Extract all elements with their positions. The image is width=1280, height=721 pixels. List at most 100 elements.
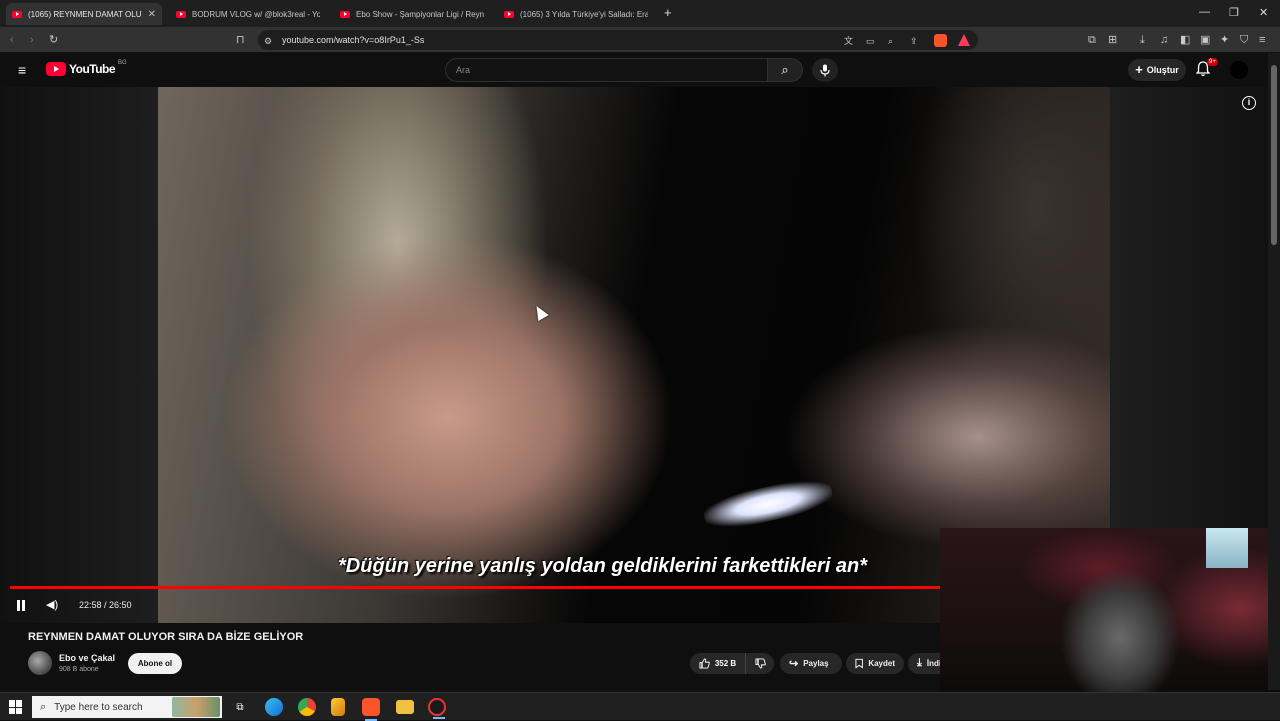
downloads-icon[interactable]: ⤓ xyxy=(1140,33,1145,47)
create-button[interactable]: + Oluştur xyxy=(1128,59,1186,81)
forward-icon[interactable]: › xyxy=(30,33,34,47)
wallet-icon[interactable]: ▣ xyxy=(1200,33,1210,47)
file-explorer-icon[interactable] xyxy=(396,700,414,714)
voice-search-button[interactable] xyxy=(812,58,838,82)
youtube-logo-text: YouTube xyxy=(69,62,116,76)
video-caption: *Düğün yerine yanlış yoldan geldiklerini… xyxy=(338,555,868,577)
brave-shields-icon[interactable] xyxy=(934,34,947,47)
account-avatar[interactable] xyxy=(1230,61,1248,79)
share-button[interactable]: ↪ Paylaş xyxy=(780,653,842,674)
search-highlight-image xyxy=(172,697,220,717)
save-button[interactable]: Kaydet xyxy=(846,653,904,674)
notification-badge: 9+ xyxy=(1207,58,1218,66)
browser-toolbar: ‹ › ↻ ⊓ ⚙ youtube.com/watch?v=o8IrPu1_-S… xyxy=(0,27,1280,53)
extensions-icon[interactable]: ⧉ xyxy=(1088,33,1096,47)
new-tab-button[interactable]: + xyxy=(664,5,672,20)
like-icon xyxy=(699,658,710,669)
tab-close-icon[interactable]: ✕ xyxy=(142,9,156,20)
pause-icon[interactable] xyxy=(16,600,26,611)
browser-tab[interactable]: (1065) 3 Yılda Türkiye'yi Salladı: Era7 xyxy=(498,3,654,25)
scrollbar-thumb[interactable] xyxy=(1271,65,1277,245)
site-info-icon[interactable]: ⚙ xyxy=(264,34,272,48)
brave-rewards-icon[interactable] xyxy=(958,34,970,46)
youtube-favicon-icon xyxy=(176,10,186,18)
zoom-icon[interactable]: ⌕ xyxy=(888,34,893,48)
search-icon: ⌕ xyxy=(40,700,47,713)
search-icon: ⌕ xyxy=(781,62,789,77)
search-box[interactable] xyxy=(445,58,767,82)
download-icon: ⤓ xyxy=(917,657,922,669)
share-page-icon[interactable]: ⇪ xyxy=(910,34,918,48)
youtube-favicon-icon xyxy=(12,10,22,18)
minimize-icon[interactable]: — xyxy=(1199,6,1210,18)
youtube-logo[interactable]: YouTube BG xyxy=(46,60,127,76)
search-input[interactable] xyxy=(446,59,767,81)
youtube-header: ≡ YouTube BG ⌕ + Oluştur 9+ xyxy=(0,53,1268,87)
video-phone-glow xyxy=(700,473,836,535)
time-display: 22:58 / 26:50 xyxy=(79,600,132,610)
video-ambient-left xyxy=(0,87,158,623)
plus-icon: + xyxy=(1135,62,1143,77)
info-icon[interactable]: i xyxy=(1242,96,1256,110)
download-button[interactable]: ⤓ İndir xyxy=(908,653,940,674)
tab-title: BODRUM VLOG w/ @blok3real - YouTube xyxy=(192,9,320,19)
region-code: BG xyxy=(118,60,127,66)
volume-icon[interactable]: ◀) xyxy=(46,598,58,611)
browser-tab[interactable]: BODRUM VLOG w/ @blok3real - YouTube xyxy=(170,3,326,25)
browser-tab-active[interactable]: (1065) REYNMEN DAMAT OLUYOR ✕ xyxy=(6,3,162,25)
webcam-overlay xyxy=(940,528,1280,692)
windows-taskbar: ⌕ ⧉ xyxy=(0,692,1280,721)
share-label: Paylaş xyxy=(803,659,829,668)
taskbar-search-input[interactable] xyxy=(54,701,165,713)
tab-title: Ebo Show - Şampiyonlar Ligi / Reynmen xyxy=(356,9,484,19)
save-label: Kaydet xyxy=(868,659,895,668)
window-close-icon[interactable]: ✕ xyxy=(1259,6,1268,19)
youtube-favicon-icon xyxy=(340,10,350,18)
dislike-button[interactable] xyxy=(746,653,774,674)
chrome-icon[interactable] xyxy=(298,698,316,716)
create-label: Oluştur xyxy=(1146,65,1179,75)
search-button[interactable]: ⌕ xyxy=(767,58,803,82)
mic-icon xyxy=(820,64,830,76)
back-icon[interactable]: ‹ xyxy=(10,33,14,47)
brave-browser-icon[interactable] xyxy=(362,698,380,721)
like-button[interactable]: 352 B xyxy=(690,653,746,674)
share-icon: ↪ xyxy=(789,658,799,670)
tab-title: (1065) 3 Yılda Türkiye'yi Salladı: Era7 xyxy=(520,9,648,19)
restore-icon[interactable]: ❐ xyxy=(1229,6,1239,19)
reload-icon[interactable]: ↻ xyxy=(49,33,58,47)
sidebar-icon[interactable]: ◧ xyxy=(1180,33,1190,47)
bookmark-page-icon[interactable]: ⊓ xyxy=(236,33,245,47)
url-text[interactable]: youtube.com/watch?v=o8IrPu1_-Ss xyxy=(282,35,424,45)
progress-fill xyxy=(10,586,1079,589)
menu-icon[interactable]: ≡ xyxy=(18,62,26,78)
subscriber-count: 908 B abone xyxy=(59,666,99,673)
page-scrollbar[interactable] xyxy=(1268,53,1280,690)
bookmark-icon xyxy=(855,658,863,669)
download-label: İndir xyxy=(926,659,940,668)
player-controls: ◀) 22:58 / 26:50 xyxy=(0,595,940,615)
leo-icon[interactable]: ✦ xyxy=(1220,33,1229,47)
translate-icon[interactable]: 文 xyxy=(844,34,853,48)
taskbar-search[interactable]: ⌕ xyxy=(32,696,222,718)
subscribe-button[interactable]: Abone ol xyxy=(128,653,182,674)
browser-tab[interactable]: Ebo Show - Şampiyonlar Ligi / Reynmen xyxy=(334,3,490,25)
media-icon[interactable]: ♫ xyxy=(1160,33,1168,47)
youtube-favicon-icon xyxy=(504,10,514,18)
edge-icon[interactable] xyxy=(265,698,283,716)
tab-title: (1065) REYNMEN DAMAT OLUYOR xyxy=(28,9,142,19)
tab-search-icon[interactable]: ⊞ xyxy=(1108,33,1117,47)
obs-icon[interactable] xyxy=(428,698,446,719)
browser-menu-icon[interactable]: ≡ xyxy=(1259,33,1265,47)
task-view-icon[interactable]: ⧉ xyxy=(231,698,249,716)
like-count: 352 B xyxy=(714,659,737,668)
channel-name[interactable]: Ebo ve Çakal xyxy=(59,653,115,663)
dislike-icon xyxy=(754,658,766,669)
cast-icon[interactable]: ▭ xyxy=(866,34,875,48)
like-dislike-group: 352 B xyxy=(690,653,774,674)
brave-beta-icon[interactable] xyxy=(331,698,345,716)
address-bar[interactable]: ⚙ youtube.com/watch?v=o8IrPu1_-Ss 文 ▭ ⌕ … xyxy=(258,30,978,50)
channel-avatar[interactable] xyxy=(28,651,52,675)
windows-start-icon[interactable] xyxy=(9,700,23,714)
vpn-icon[interactable]: ⛉ xyxy=(1240,33,1248,47)
